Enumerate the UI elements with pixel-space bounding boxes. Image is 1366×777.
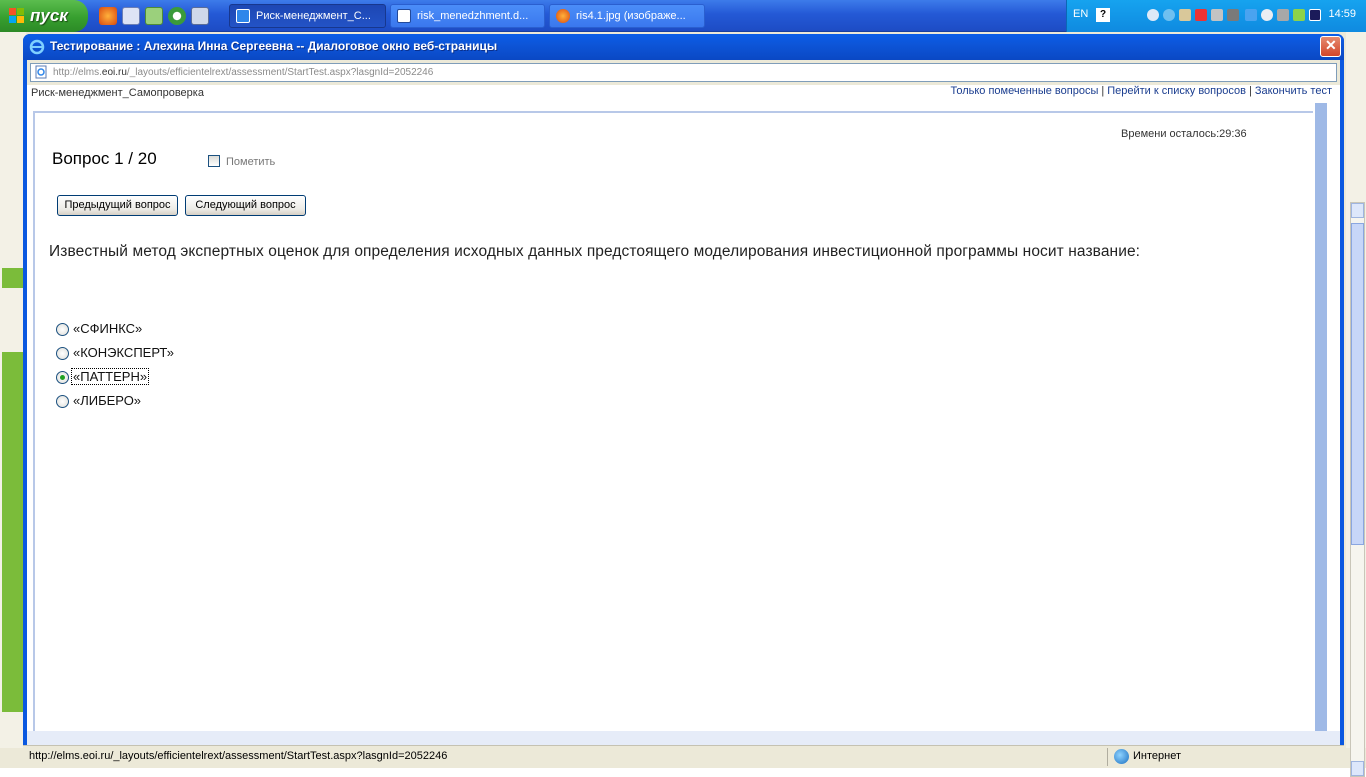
- globe-icon: [1114, 749, 1129, 764]
- web-dialog: Тестирование : Алехина Инна Сергеевна --…: [23, 34, 1344, 748]
- page-icon: [35, 65, 47, 79]
- question-number: Вопрос 1 / 20: [52, 149, 157, 168]
- answer-radio-selected[interactable]: [56, 371, 69, 384]
- answer-label[interactable]: «КОНЭКСПЕРТ»: [72, 345, 175, 360]
- finish-test-link[interactable]: Закончить тест: [1255, 85, 1332, 97]
- tray-app-icon[interactable]: [1293, 9, 1305, 21]
- clock: 14:59: [1328, 8, 1356, 20]
- network-icon[interactable]: [1163, 9, 1175, 21]
- tray-app-icon[interactable]: [1245, 9, 1257, 21]
- answer-radio[interactable]: [56, 347, 69, 360]
- tray-app-icon[interactable]: [1277, 9, 1289, 21]
- taskbar-item-risk-doc[interactable]: risk_menedzhment.d...: [390, 4, 545, 28]
- scroll-thumb[interactable]: [1351, 223, 1364, 545]
- address-text: http://elms.eoi.ru/_layouts/efficientelr…: [53, 67, 434, 78]
- status-bar: http://elms.eoi.ru/_layouts/efficientelr…: [23, 745, 1344, 768]
- utorrent-icon[interactable]: [168, 7, 186, 25]
- address-field[interactable]: http://elms.eoi.ru/_layouts/efficientelr…: [30, 63, 1337, 82]
- word-document-icon: [397, 9, 411, 23]
- save-icon[interactable]: [122, 7, 140, 25]
- background-stripe: [2, 352, 24, 712]
- time-remaining: Времени осталось:29:36: [1121, 128, 1247, 140]
- answer-label[interactable]: «ПАТТЕРН»: [70, 368, 150, 385]
- previous-question-button[interactable]: Предыдущий вопрос: [57, 195, 178, 216]
- status-divider: [1107, 748, 1108, 766]
- scroll-up-button[interactable]: [1351, 203, 1364, 218]
- dialog-titlebar[interactable]: Тестирование : Алехина Инна Сергеевна --…: [23, 34, 1344, 60]
- app-icon[interactable]: [145, 7, 163, 25]
- system-tray: EN ? 14:59: [1066, 0, 1366, 32]
- mark-label[interactable]: Пометить: [226, 156, 275, 168]
- dialog-content: Риск-менеджмент_Самопроверка Только поме…: [27, 85, 1340, 748]
- next-question-button[interactable]: Следующий вопрос: [185, 195, 306, 216]
- scroll-down-button[interactable]: [1351, 761, 1364, 776]
- link-separator: |: [1248, 85, 1252, 97]
- show-desktop-icon[interactable]: [191, 7, 209, 25]
- security-zone: Интернет: [1133, 750, 1181, 762]
- link-separator: |: [1101, 85, 1105, 97]
- close-button[interactable]: ✕: [1320, 36, 1341, 57]
- tray-app-icon[interactable]: [1309, 9, 1321, 21]
- scrollbar[interactable]: [1350, 202, 1365, 777]
- answer-label[interactable]: «СФИНКС»: [72, 321, 143, 336]
- start-button[interactable]: пуск: [0, 0, 88, 32]
- test-links: Только помеченные вопросы | Перейти к спис…: [950, 85, 1332, 97]
- answer-radio[interactable]: [56, 323, 69, 336]
- language-indicator[interactable]: EN: [1073, 8, 1088, 20]
- help-icon[interactable]: ?: [1096, 8, 1110, 22]
- volume-icon[interactable]: [1261, 9, 1273, 21]
- tray-app-icon[interactable]: [1211, 9, 1223, 21]
- background-page-right: [1346, 32, 1366, 777]
- tray-app-icon[interactable]: [1179, 9, 1191, 21]
- question-frame: Времени осталось:29:36 Вопрос 1 / 20 Пом…: [33, 111, 1313, 731]
- question-text: Известный метод экспертных оценок для оп…: [49, 243, 1141, 260]
- task-label: ris4.1.jpg (изображе...: [576, 10, 686, 22]
- back-icon[interactable]: [1147, 9, 1159, 21]
- antivirus-icon[interactable]: [1195, 9, 1207, 21]
- question-list-link[interactable]: Перейти к списку вопросов: [1107, 85, 1246, 97]
- firefox-icon: [556, 9, 570, 23]
- answer-radio[interactable]: [56, 395, 69, 408]
- close-icon: ✕: [1325, 37, 1337, 53]
- marked-questions-link[interactable]: Только помеченные вопросы: [950, 85, 1098, 97]
- tray-app-icon[interactable]: [1227, 9, 1239, 21]
- background-stripe: [2, 268, 24, 288]
- taskbar: пуск Риск-менеджмент_С... risk_menedzhme…: [0, 0, 1366, 32]
- windows-logo-icon: [9, 8, 24, 23]
- dialog-title: Тестирование : Алехина Инна Сергеевна --…: [50, 39, 498, 53]
- course-title: Риск-менеджмент_Самопроверка: [31, 87, 204, 99]
- task-label: Риск-менеджмент_С...: [256, 10, 371, 22]
- address-bar: http://elms.eoi.ru/_layouts/efficientelr…: [27, 60, 1340, 85]
- ie-icon: [236, 9, 250, 23]
- mark-checkbox[interactable]: [208, 155, 220, 167]
- status-url: http://elms.eoi.ru/_layouts/efficientelr…: [29, 750, 448, 762]
- start-label: пуск: [30, 6, 68, 25]
- firefox-icon[interactable]: [99, 7, 117, 25]
- frame-border-right: [1315, 103, 1327, 731]
- task-label: risk_menedzhment.d...: [417, 10, 529, 22]
- taskbar-item-risk-management[interactable]: Риск-менеджмент_С...: [229, 4, 386, 28]
- taskbar-item-image[interactable]: ris4.1.jpg (изображе...: [549, 4, 705, 28]
- test-toolbar: Риск-менеджмент_Самопроверка Только поме…: [27, 85, 1340, 103]
- answer-label[interactable]: «ЛИБЕРО»: [72, 393, 142, 408]
- ie-icon: [29, 39, 45, 55]
